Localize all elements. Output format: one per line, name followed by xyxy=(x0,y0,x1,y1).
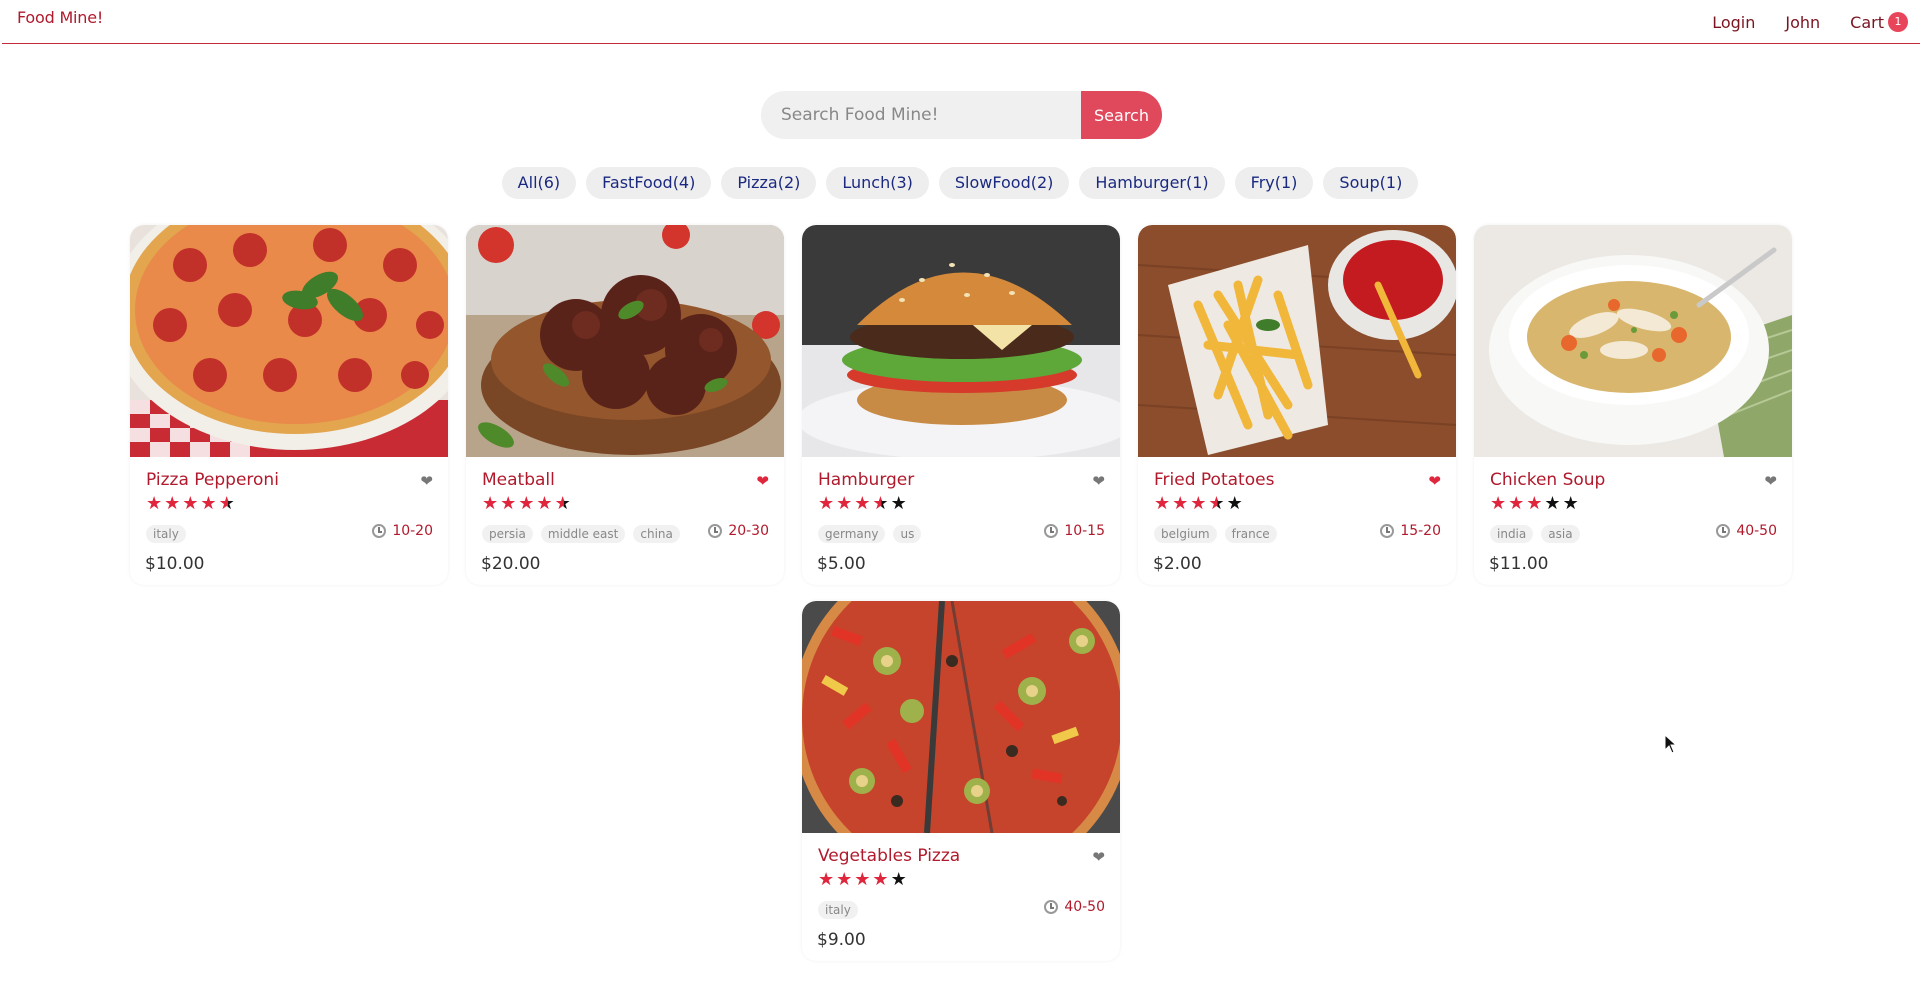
cart-label: Cart xyxy=(1850,12,1884,32)
origin-tag: india xyxy=(1490,525,1534,543)
tag-soup[interactable]: Soup(1) xyxy=(1323,167,1419,199)
star-rating: ★★★★★ xyxy=(146,493,237,514)
food-card[interactable]: Fried Potatoes ❤ ★★★★★ belgium france 15… xyxy=(1138,225,1456,585)
favorite-heart-icon[interactable]: ❤ xyxy=(1092,848,1105,866)
food-name[interactable]: Vegetables Pizza xyxy=(818,846,960,866)
clock-icon xyxy=(1380,524,1395,538)
food-price: $5.00 xyxy=(817,554,866,574)
food-price: $11.00 xyxy=(1489,554,1549,574)
star-rating: ★★★★★ xyxy=(818,493,909,514)
cook-time: 40-50 xyxy=(1044,899,1105,915)
favorite-heart-icon[interactable]: ❤ xyxy=(420,472,433,490)
origin-tags: belgium france xyxy=(1154,525,1277,543)
favorite-heart-icon[interactable]: ❤ xyxy=(756,472,769,490)
cook-time-value: 40-50 xyxy=(1736,523,1777,539)
cook-time: 40-50 xyxy=(1716,523,1777,539)
food-price: $10.00 xyxy=(145,554,205,574)
origin-tag: germany xyxy=(818,525,886,543)
login-link[interactable]: Login xyxy=(1712,13,1755,32)
origin-tag: belgium xyxy=(1154,525,1217,543)
tag-all[interactable]: All(6) xyxy=(501,167,577,199)
origin-tags: italy xyxy=(146,525,186,543)
food-name[interactable]: Hamburger xyxy=(818,470,914,490)
origin-tag: france xyxy=(1224,525,1277,543)
origin-tag: asia xyxy=(1541,525,1580,543)
clock-icon xyxy=(1044,524,1059,538)
cart-link[interactable]: Cart 1 xyxy=(1850,12,1908,32)
food-name[interactable]: Chicken Soup xyxy=(1490,470,1605,490)
food-image-meatball[interactable] xyxy=(466,225,784,457)
food-image-hamburger[interactable] xyxy=(802,225,1120,457)
user-menu[interactable]: John xyxy=(1785,13,1820,32)
origin-tag: middle east xyxy=(540,525,626,543)
clock-icon xyxy=(708,524,723,538)
favorite-heart-icon[interactable]: ❤ xyxy=(1092,472,1105,490)
origin-tag: italy xyxy=(146,525,186,543)
food-price: $2.00 xyxy=(1153,554,1202,574)
origin-tags: italy xyxy=(818,901,858,919)
cook-time-value: 10-20 xyxy=(392,523,433,539)
food-card[interactable]: Pizza Pepperoni ❤ ★★★★★ italy 10-20 $10.… xyxy=(130,225,448,585)
star-rating: ★★★★★ xyxy=(818,869,909,890)
tag-pizza[interactable]: Pizza(2) xyxy=(721,167,817,199)
food-image-fried-potatoes[interactable] xyxy=(1138,225,1456,457)
search-button[interactable]: Search xyxy=(1081,91,1162,139)
food-name[interactable]: Pizza Pepperoni xyxy=(146,470,279,490)
cook-time: 10-20 xyxy=(372,523,433,539)
favorite-heart-icon[interactable]: ❤ xyxy=(1764,472,1777,490)
header: Food Mine! Login John Cart 1 xyxy=(2,0,1920,44)
food-image-vegetables-pizza[interactable] xyxy=(802,601,1120,833)
food-price: $20.00 xyxy=(481,554,541,574)
food-card[interactable]: Vegetables Pizza ❤ ★★★★★ italy 40-50 $9.… xyxy=(802,601,1120,961)
cook-time-value: 40-50 xyxy=(1064,899,1105,915)
tag-fastfood[interactable]: FastFood(4) xyxy=(586,167,712,199)
food-image-chicken-soup[interactable] xyxy=(1474,225,1792,457)
cook-time: 10-15 xyxy=(1044,523,1105,539)
food-card[interactable]: Hamburger ❤ ★★★★★ germany us 10-15 $5.00 xyxy=(802,225,1120,585)
logo-link[interactable]: Food Mine! xyxy=(17,8,103,27)
clock-icon xyxy=(1716,524,1731,538)
tag-filter-bar: All(6) FastFood(4) Pizza(2) Lunch(3) Slo… xyxy=(0,167,1920,199)
food-price: $9.00 xyxy=(817,930,866,950)
origin-tags: persia middle east china xyxy=(482,525,680,543)
food-name[interactable]: Meatball xyxy=(482,470,555,490)
tag-lunch[interactable]: Lunch(3) xyxy=(826,167,929,199)
nav: Login John Cart 1 xyxy=(1712,0,1908,44)
cook-time-value: 10-15 xyxy=(1064,523,1105,539)
cook-time-value: 20-30 xyxy=(728,523,769,539)
origin-tag: us xyxy=(893,525,922,543)
cart-count-badge: 1 xyxy=(1888,12,1908,32)
tag-fry[interactable]: Fry(1) xyxy=(1234,167,1314,199)
clock-icon xyxy=(1044,900,1059,914)
tag-hamburger[interactable]: Hamburger(1) xyxy=(1079,167,1225,199)
cook-time: 20-30 xyxy=(708,523,769,539)
star-rating: ★★★★★ xyxy=(482,493,573,514)
search-input[interactable] xyxy=(761,91,1081,139)
origin-tag: china xyxy=(633,525,680,543)
food-image-pizza-pepperoni[interactable] xyxy=(130,225,448,457)
mouse-cursor-icon xyxy=(1664,734,1678,754)
food-card[interactable]: Meatball ❤ ★★★★★ persia middle east chin… xyxy=(466,225,784,585)
star-rating: ★★★★★ xyxy=(1154,493,1245,514)
tag-slowfood[interactable]: SlowFood(2) xyxy=(938,167,1070,199)
origin-tag: persia xyxy=(482,525,533,543)
food-card[interactable]: Chicken Soup ❤ ★★★★★ india asia 40-50 $1… xyxy=(1474,225,1792,585)
origin-tags: india asia xyxy=(1490,525,1580,543)
search-bar: Search xyxy=(761,91,1162,139)
origin-tags: germany us xyxy=(818,525,922,543)
cook-time-value: 15-20 xyxy=(1400,523,1441,539)
clock-icon xyxy=(372,524,387,538)
food-name[interactable]: Fried Potatoes xyxy=(1154,470,1274,490)
star-rating: ★★★★★ xyxy=(1490,493,1581,514)
favorite-heart-icon[interactable]: ❤ xyxy=(1428,472,1441,490)
origin-tag: italy xyxy=(818,901,858,919)
cook-time: 15-20 xyxy=(1380,523,1441,539)
